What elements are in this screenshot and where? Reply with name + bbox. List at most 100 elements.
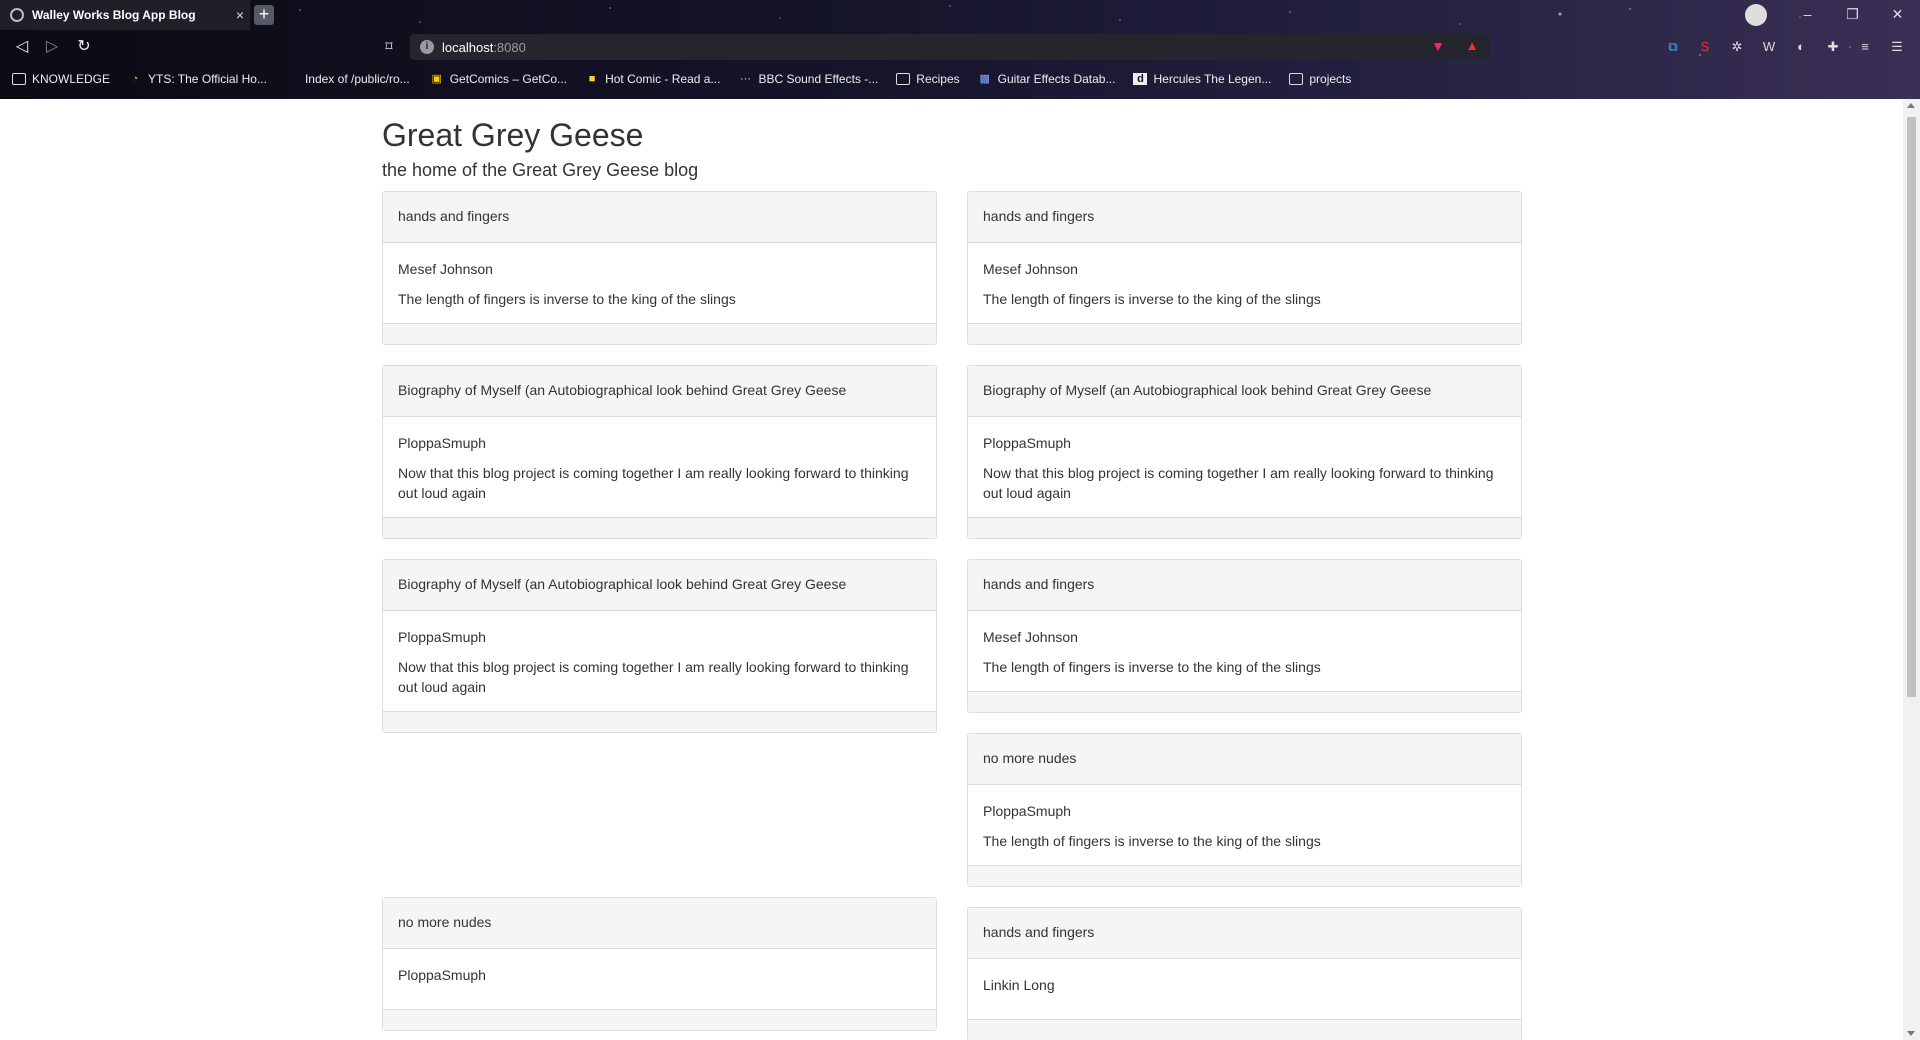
forward-icon[interactable]: ▷ [42,37,62,57]
bookmark-item-guitar[interactable]: ▩ Guitar Effects Datab... [978,72,1115,86]
extensions-puzzle-icon[interactable]: ✚ [1824,38,1842,56]
new-tab-button[interactable]: + [254,5,274,25]
folder-icon [896,73,911,85]
post-body: PloppaSmuph [383,949,936,1009]
bookmark-label: Recipes [916,72,960,86]
post-text: The length of fingers is inverse to the … [983,659,1321,675]
post-footer [383,1009,936,1030]
folder-icon [1289,73,1304,85]
post-author: PloppaSmuph [398,967,486,983]
post-card[interactable]: hands and fingers Linkin Long [967,907,1522,1040]
tab-close-icon[interactable]: × [230,7,250,23]
post-body: PloppaSmuph Now that this blog project i… [383,611,936,711]
window-controls: – ❐ ✕ [1745,0,1920,30]
posts-column-right: hands and fingers Mesef Johnson The leng… [967,191,1522,1040]
post-body: PloppaSmuph Now that this blog project i… [383,417,936,517]
page-viewport: Great Grey Geese the home of the Great G… [0,99,1903,1040]
folder-icon [12,73,26,85]
post-card[interactable]: Biography of Myself (an Autobiographical… [382,365,937,539]
bookmark-page-icon[interactable]: ⌑ [380,38,398,56]
site-info-icon[interactable]: i [420,40,434,54]
extension-s-icon[interactable]: S [1696,38,1714,56]
page-subtitle: the home of the Great Grey Geese blog [382,160,699,180]
post-footer [383,323,936,344]
profile-avatar[interactable] [1745,4,1767,26]
post-footer [968,323,1521,344]
restore-button[interactable]: ❐ [1830,0,1875,30]
post-title: no more nudes [383,898,936,949]
post-card[interactable]: Biography of Myself (an Autobiographical… [382,559,937,733]
bookmark-label: Hot Comic - Read a... [605,72,721,86]
page-scrollbar[interactable] [1903,99,1920,1040]
bookmark-label: YTS: The Official Ho... [148,72,267,86]
scrollbar-thumb[interactable] [1907,117,1916,697]
post-footer [968,865,1521,886]
navigation-bar: ◁ ▷ ↻ ⌑ i localhost :8080 ▼ ▲ ⧉ S ✲ W ◐ … [0,34,1920,60]
brave-rewards-icon[interactable]: ▲ [1464,38,1480,56]
post-body: Mesef Johnson The length of fingers is i… [968,611,1521,691]
bookmark-item-hotcomic[interactable]: ■ Hot Comic - Read a... [585,72,721,86]
bookmark-item-recipes[interactable]: Recipes [896,72,960,86]
post-title: hands and fingers [383,192,936,243]
posts-column-left: hands and fingers Mesef Johnson The leng… [382,191,937,1040]
d-icon: d [1133,73,1148,85]
post-title: hands and fingers [968,560,1521,611]
extension-dark-icon[interactable]: ◐ [1792,38,1810,56]
browser-tab[interactable]: Walley Works Blog App Blog × [0,0,250,30]
extension-gear-icon[interactable]: ✲ [1728,38,1746,56]
guitar-icon: ▩ [979,73,990,85]
post-card[interactable]: no more nudes PloppaSmuph The length of … [967,733,1522,887]
post-author: Linkin Long [983,977,1055,993]
post-text: The length of fingers is inverse to the … [983,291,1321,307]
close-window-button[interactable]: ✕ [1875,0,1920,30]
post-body: PloppaSmuph Now that this blog project i… [968,417,1521,517]
post-card[interactable]: hands and fingers Mesef Johnson The leng… [967,559,1522,713]
bookmark-item-hercules[interactable]: d Hercules The Legen... [1133,72,1271,86]
bookmark-label: BBC Sound Effects -... [758,72,879,86]
post-body: Mesef Johnson The length of fingers is i… [383,243,936,323]
back-icon[interactable]: ◁ [12,37,32,57]
bookmark-item-index[interactable]: Index of /public/ro... [305,72,410,86]
url-host: localhost [442,39,494,55]
post-text: Now that this blog project is coming tog… [398,659,909,695]
hotcomic-icon: ■ [588,73,596,85]
post-footer [383,517,936,538]
address-bar[interactable]: i localhost :8080 [410,34,1490,60]
extension-translate-icon[interactable]: ⧉ [1664,38,1682,56]
extension-w-icon[interactable]: W [1760,38,1778,56]
post-text: The length of fingers is inverse to the … [983,833,1321,849]
bookmark-item-bbc[interactable]: ··· BBC Sound Effects -... [738,72,878,86]
post-author: PloppaSmuph [983,803,1071,819]
post-title: hands and fingers [968,908,1521,959]
post-text: The length of fingers is inverse to the … [398,291,736,307]
post-body: Linkin Long [968,959,1521,1019]
post-card[interactable]: no more nudes PloppaSmuph [382,897,937,1031]
reload-icon[interactable]: ↻ [74,37,94,57]
scroll-up-icon[interactable] [1907,103,1915,108]
minimize-button[interactable]: – [1785,0,1830,30]
post-author: Mesef Johnson [983,261,1078,277]
post-card[interactable]: hands and fingers Mesef Johnson The leng… [967,191,1522,345]
post-card[interactable]: hands and fingers Mesef Johnson The leng… [382,191,937,345]
post-title: Biography of Myself (an Autobiographical… [968,366,1521,417]
getcomics-icon: ▣ [431,73,442,85]
post-author: PloppaSmuph [983,435,1071,451]
post-author: PloppaSmuph [398,629,486,645]
menu-icon[interactable]: ☰ [1888,38,1906,56]
bookmark-item-getcomics[interactable]: ▣ GetComics – GetCo... [430,72,567,86]
post-card[interactable]: Biography of Myself (an Autobiographical… [967,365,1522,539]
brave-shields-icon[interactable]: ▼ [1430,38,1446,56]
playlist-icon[interactable]: ≡ [1856,38,1874,56]
post-footer [968,517,1521,538]
post-footer [383,711,936,732]
bookmark-label: GetComics – GetCo... [449,72,568,86]
bookmark-item-projects[interactable]: projects [1289,72,1351,86]
page-title: Great Grey Geese [382,117,644,153]
bookmark-item-knowledge[interactable]: KNOWLEDGE [12,72,110,86]
bookmark-item-yts[interactable]: ◔ YTS: The Official Ho... [128,72,267,86]
scroll-down-icon[interactable] [1907,1031,1915,1036]
tab-title: Walley Works Blog App Blog [32,8,196,22]
bookmark-label: KNOWLEDGE [32,72,111,86]
blog-container: Great Grey Geese the home of the Great G… [382,99,1522,1040]
post-author: Mesef Johnson [398,261,493,277]
